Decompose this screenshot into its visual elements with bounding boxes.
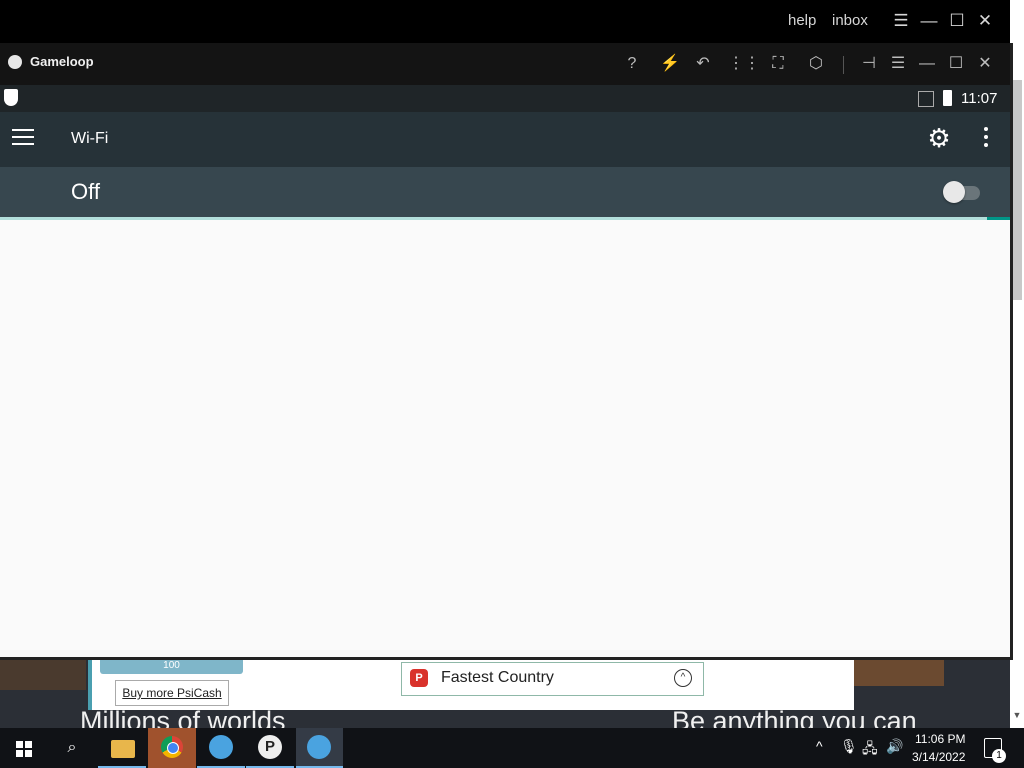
wifi-list-area	[0, 220, 1010, 657]
chrome-icon-center	[167, 742, 179, 754]
gameloop-titlebar: Gameloop ? ⚡ ↶ ⋮⋮ ⛶ ⬡ ⊣ ☰ — ☐ ✕	[0, 43, 1010, 85]
wifi-switch-label: Off	[71, 179, 100, 204]
file-explorer-icon[interactable]	[111, 740, 135, 758]
background-tiles-left	[0, 660, 86, 690]
show-hidden-icons-icon[interactable]: ^	[816, 738, 823, 754]
scroll-down-arrow-icon[interactable]: ▼	[1012, 710, 1022, 724]
drawer-menu-icon[interactable]	[12, 129, 34, 147]
keyboard-grid-icon[interactable]: ⋮⋮	[728, 52, 760, 76]
hamburger-menu-icon[interactable]: ☰	[890, 9, 912, 33]
inbox-link[interactable]: inbox	[832, 12, 868, 29]
page-title: Wi-Fi	[71, 130, 109, 147]
app-toolbar: Wi-Fi ⚙	[0, 112, 1010, 167]
network-icon[interactable]: 🖧	[862, 738, 878, 762]
cube-icon[interactable]: ⬡	[804, 52, 828, 76]
maximize-icon[interactable]: ☐	[946, 9, 968, 33]
app-title: Gameloop	[30, 54, 94, 69]
psiphon-taskbar-icon[interactable]: P	[258, 735, 282, 759]
psicash-balance: 100	[100, 660, 243, 674]
undo-icon[interactable]: ↶	[691, 52, 715, 76]
minimize-icon[interactable]: —	[915, 52, 939, 76]
microphone-icon[interactable]: 🎙	[840, 738, 858, 755]
volume-icon[interactable]: 🔊	[886, 738, 903, 755]
notification-count-badge: 1	[992, 749, 1006, 763]
minimize-icon[interactable]: —	[918, 9, 940, 33]
chevron-up-icon[interactable]: ^	[674, 669, 692, 687]
no-sim-icon	[918, 91, 934, 107]
windows-start-icon[interactable]	[16, 741, 32, 757]
help-circle-icon[interactable]: ?	[620, 52, 644, 76]
help-link[interactable]: help	[788, 12, 816, 29]
buy-psicash-button[interactable]: Buy more PsiCash	[115, 680, 229, 706]
country-select-label[interactable]: Fastest Country	[441, 669, 554, 687]
menu-icon[interactable]: ☰	[886, 52, 910, 76]
wifi-switch-bar[interactable]: Off	[0, 167, 1010, 217]
gameloop-app-icon[interactable]	[307, 735, 331, 759]
outer-window-titlebar: help inbox ☰ — ☐ ✕	[0, 0, 1010, 43]
gameloop-logo-icon	[8, 55, 22, 69]
desktop-scrollbar[interactable]	[1012, 80, 1022, 300]
battery-charging-icon	[943, 90, 952, 106]
toolbar-divider	[843, 56, 844, 74]
status-time: 11:07	[961, 90, 998, 107]
gameloop-taskbar-icon[interactable]	[209, 735, 233, 759]
psiphon-logo-icon: P	[410, 669, 428, 687]
gear-icon[interactable]: ⚙	[925, 124, 953, 152]
android-status-bar: 11:07	[0, 85, 1010, 112]
shield-icon	[4, 89, 18, 106]
close-icon[interactable]: ✕	[973, 52, 997, 76]
more-options-icon[interactable]	[982, 127, 990, 151]
window-border-right	[1010, 43, 1013, 659]
taskbar-date[interactable]: 3/14/2022	[912, 750, 965, 764]
close-icon[interactable]: ✕	[974, 9, 996, 33]
maximize-icon[interactable]: ☐	[944, 52, 968, 76]
search-icon[interactable]: ⌕	[62, 738, 82, 758]
lightning-icon[interactable]: ⚡	[658, 52, 682, 76]
fullscreen-icon[interactable]: ⛶	[766, 52, 790, 76]
background-tiles-right	[852, 660, 944, 686]
taskbar-time[interactable]: 11:06 PM	[915, 732, 965, 746]
pin-icon[interactable]: ⊣	[857, 52, 881, 76]
wifi-toggle-thumb[interactable]	[943, 181, 965, 203]
